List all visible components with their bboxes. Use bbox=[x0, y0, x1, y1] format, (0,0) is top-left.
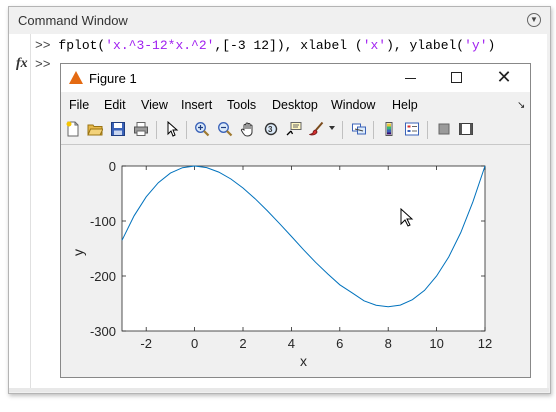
x-axis-label: x bbox=[300, 353, 307, 369]
window-actions-icon[interactable]: ▼ bbox=[527, 13, 541, 27]
y-tick-label: 0 bbox=[109, 159, 116, 174]
hide-plot-tools-icon[interactable] bbox=[436, 121, 452, 137]
close-button[interactable]: ✕ bbox=[493, 68, 515, 88]
y-tick-label: -100 bbox=[90, 214, 116, 229]
dock-arrow-icon[interactable]: ↘ bbox=[517, 100, 525, 111]
y-axis-label: y bbox=[70, 249, 86, 256]
link-icon[interactable] bbox=[351, 121, 367, 137]
menu-edit[interactable]: Edit bbox=[104, 98, 126, 112]
command-text-1: fplot( bbox=[58, 38, 106, 53]
horizontal-scrollbar[interactable] bbox=[9, 388, 549, 392]
menu-help[interactable]: Help bbox=[392, 98, 418, 112]
x-tick-label: 4 bbox=[288, 336, 295, 351]
menu-file[interactable]: File bbox=[69, 98, 89, 112]
save-icon[interactable] bbox=[110, 121, 126, 137]
command-string-3: 'y' bbox=[464, 38, 488, 53]
axes-box bbox=[121, 165, 486, 332]
zoom-out-icon[interactable] bbox=[217, 121, 233, 137]
command-gutter bbox=[9, 34, 30, 388]
figure-window: Figure 1 ✕ File Edit View Insert Tools D… bbox=[60, 63, 531, 378]
pointer-icon[interactable] bbox=[164, 121, 180, 137]
menu-window[interactable]: Window bbox=[331, 98, 375, 112]
maximize-button[interactable] bbox=[446, 68, 468, 88]
open-icon[interactable] bbox=[87, 121, 103, 137]
plot-area: -2 0 2 4 6 8 10 12 0 -100 -200 -300 x y bbox=[61, 145, 530, 377]
command-text-4: ) bbox=[487, 38, 496, 53]
toolbar-separator bbox=[156, 121, 157, 139]
x-tick-label: 8 bbox=[385, 336, 392, 351]
toolbar-separator bbox=[427, 121, 428, 139]
rotate-icon[interactable]: 3 bbox=[263, 121, 279, 137]
figure-title: Figure 1 bbox=[89, 71, 137, 86]
x-tick-label: 10 bbox=[429, 336, 443, 351]
menu-view[interactable]: View bbox=[141, 98, 168, 112]
command-input-prompt[interactable]: >> bbox=[35, 57, 51, 72]
svg-text:3: 3 bbox=[268, 125, 273, 134]
command-history-line: >> fplot('x.^3-12*x.^2',[-3 12]), xlabel… bbox=[35, 38, 495, 53]
zoom-in-icon[interactable] bbox=[194, 121, 210, 137]
command-text-2: ,[-3 12]), xlabel ( bbox=[214, 38, 363, 53]
new-figure-icon[interactable] bbox=[65, 121, 81, 137]
mouse-cursor-icon bbox=[400, 208, 414, 227]
menu-desktop[interactable]: Desktop bbox=[272, 98, 318, 112]
x-tick-label: 6 bbox=[336, 336, 343, 351]
x-tick-label: 0 bbox=[191, 336, 198, 351]
toolbar-separator bbox=[373, 121, 374, 139]
y-tick-label: -300 bbox=[90, 324, 116, 339]
colorbar-icon[interactable] bbox=[381, 121, 397, 137]
prompt: >> bbox=[35, 38, 51, 53]
figure-menubar: File Edit View Insert Tools Desktop Wind… bbox=[61, 92, 530, 116]
show-plot-tools-icon[interactable] bbox=[458, 121, 474, 137]
legend-icon[interactable] bbox=[404, 121, 420, 137]
print-icon[interactable] bbox=[133, 121, 149, 137]
desktop: Command Window ▼ >> fplot('x.^3-12*x.^2'… bbox=[0, 0, 556, 412]
menu-insert[interactable]: Insert bbox=[181, 98, 212, 112]
figure-titlebar[interactable]: Figure 1 ✕ bbox=[61, 64, 530, 92]
figure-toolbar: 3 bbox=[61, 117, 530, 145]
matlab-logo-icon bbox=[69, 71, 83, 84]
function-browser-icon[interactable]: fx bbox=[16, 56, 28, 72]
y-tick-label: -200 bbox=[90, 269, 116, 284]
command-window-title: Command Window bbox=[18, 13, 128, 28]
x-tick-label: 12 bbox=[478, 336, 492, 351]
toolbar-separator bbox=[186, 121, 187, 139]
command-string-2: 'x' bbox=[362, 38, 387, 53]
command-string-1: 'x.^3-12*x.^2' bbox=[105, 38, 215, 53]
data-cursor-icon[interactable] bbox=[286, 121, 302, 137]
brush-icon[interactable] bbox=[309, 121, 325, 137]
pan-icon[interactable] bbox=[240, 121, 256, 137]
x-tick-label: -2 bbox=[140, 336, 152, 351]
line-chart[interactable]: -2 0 2 4 6 8 10 12 0 -100 -200 -300 x y bbox=[61, 145, 530, 377]
brush-dropdown-icon[interactable] bbox=[329, 126, 335, 130]
command-text-3: ), ylabel( bbox=[386, 38, 465, 53]
command-window-titlebar: Command Window ▼ bbox=[9, 7, 549, 33]
minimize-button[interactable] bbox=[400, 68, 422, 88]
menu-tools[interactable]: Tools bbox=[227, 98, 256, 112]
x-tick-label: 2 bbox=[239, 336, 246, 351]
toolbar-separator bbox=[342, 121, 343, 139]
